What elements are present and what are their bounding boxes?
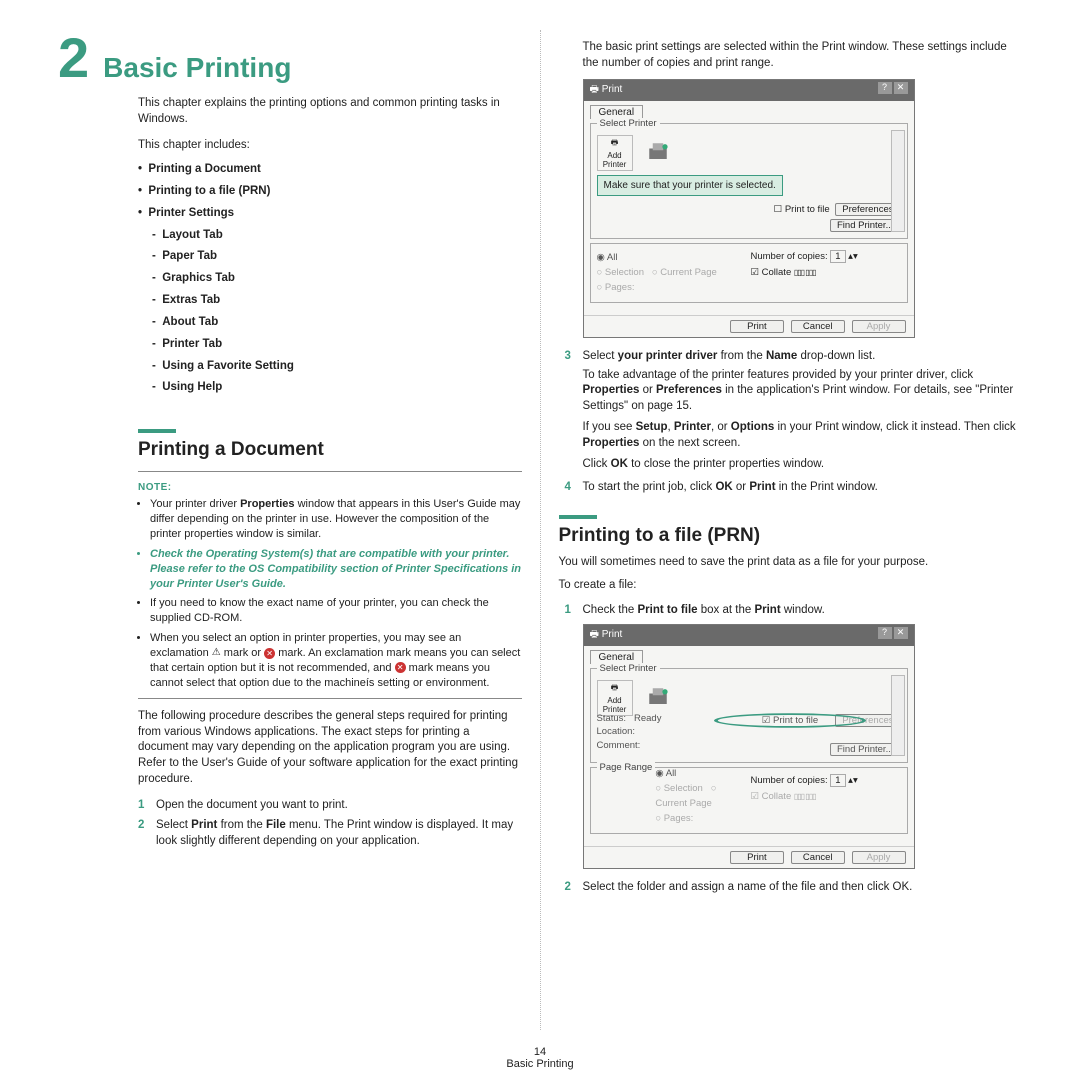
copies-area: Number of copies: 1 ▴▾ ☑ Collate ▯▯▯ ▯▯▯ <box>751 774 901 827</box>
note-item: Your printer driver Properties window th… <box>150 497 522 542</box>
toc-item: • Printer Settings <box>138 203 522 225</box>
page: 2 Basic Printing This chapter explains t… <box>0 0 1080 1040</box>
toc-subitem: - Using a Favorite Setting <box>152 356 522 378</box>
apply-button: Apply <box>852 851 906 864</box>
includes-label: This chapter includes: <box>138 139 522 151</box>
error-circle-icon: ✕ <box>264 648 275 659</box>
prn-create-label: To create a file: <box>559 578 1023 594</box>
page-number: 14 <box>0 1046 1080 1058</box>
page-footer: 14 Basic Printing <box>0 1046 1080 1070</box>
toc-list: • Printing a Document • Printing to a fi… <box>138 159 522 399</box>
page-range-fieldset: ◉ All ○ Selection ○ Current Page ○ Pages… <box>590 243 908 303</box>
copies-spinner: 1 <box>830 774 845 787</box>
right-intro: The basic print settings are selected wi… <box>583 40 1023 71</box>
general-tab: General <box>590 650 644 664</box>
scrollbar <box>891 130 905 232</box>
toc-subitem: - Using Help <box>152 377 522 399</box>
chapter-number: 2 <box>58 30 89 86</box>
page-range-options: ◉ All ○ Selection ○ Current Page ○ Pages… <box>597 250 751 296</box>
dialog-titlebar: 🖶 Print ?✕ <box>584 625 914 646</box>
dialog-buttons: Print Cancel Apply <box>584 846 914 868</box>
step: 1Open the document you want to print. <box>138 797 522 813</box>
note-item: If you need to know the exact name of yo… <box>150 596 522 626</box>
section-heading-printing-document: Printing a Document <box>138 439 522 461</box>
error-circle-icon: ✕ <box>395 662 406 673</box>
selected-printer-icon <box>641 680 675 714</box>
procedure-intro: The following procedure describes the ge… <box>138 709 522 787</box>
fieldset-label: Select Printer <box>597 118 660 129</box>
step-detail: Click OK to close the printer properties… <box>583 457 1023 473</box>
toc-subitem: - Layout Tab <box>152 225 522 247</box>
divider <box>138 471 522 472</box>
help-icon: ? <box>878 627 892 639</box>
help-icon: ? <box>878 82 892 94</box>
toc-item: • Printing a Document <box>138 159 522 181</box>
dialog-body: General Select Printer 🖶Add Printer Make… <box>584 101 914 315</box>
titlebar-icons: ?✕ <box>876 82 908 99</box>
section-rule <box>559 515 597 519</box>
toc-item: • Printing to a file (PRN) <box>138 181 522 203</box>
divider <box>138 698 522 699</box>
toc-subitem: - Paper Tab <box>152 246 522 268</box>
cancel-button: Cancel <box>791 320 845 333</box>
toc-subitem: - Extras Tab <box>152 290 522 312</box>
print-to-file-checkbox: ☐ Print to file <box>774 204 830 215</box>
dialog-title: Print <box>602 84 623 95</box>
collate-icon: ▯▯▯ ▯▯▯ <box>794 268 816 277</box>
dialog-titlebar: 🖶 Print ?✕ <box>584 80 914 101</box>
step: 1Check the Print to file box at the Prin… <box>565 602 1023 618</box>
note-item: When you select an option in printer pro… <box>150 631 522 690</box>
step-detail: If you see Setup, Printer, or Options in… <box>583 420 1023 451</box>
page-range-options: ◉ All ○ Selection ○ Current Page ○ Pages… <box>655 766 750 827</box>
page-range-fieldset: Page Range ◉ All ○ Selection ○ Current P… <box>590 767 908 834</box>
collate-icon: ▯▯▯ ▯▯▯ <box>794 792 816 801</box>
print-dialog-screenshot: 🖶 Print ?✕ General Select Printer 🖶Add P… <box>583 79 915 338</box>
footer-label: Basic Printing <box>0 1058 1080 1070</box>
right-column: The basic print settings are selected wi… <box>541 30 1041 1030</box>
selected-printer-icon <box>641 135 675 169</box>
copies-spinner: 1 <box>830 250 845 263</box>
callout-printer-selected: Make sure that your printer is selected. <box>597 175 783 196</box>
add-printer-icon: 🖶Add Printer <box>597 680 633 716</box>
fieldset-label: Page Range <box>597 762 656 815</box>
scrollbar <box>891 675 905 756</box>
status-row: Status: Ready Location: Comment: ☑ Print… <box>597 712 901 756</box>
print-button: Print <box>730 851 784 864</box>
titlebar-icons: ?✕ <box>876 627 908 644</box>
step: 2Select the folder and assign a name of … <box>565 879 1023 895</box>
note-list: Your printer driver Properties window th… <box>138 497 522 690</box>
toc-subitem: - Graphics Tab <box>152 268 522 290</box>
left-column: 2 Basic Printing This chapter explains t… <box>40 30 541 1030</box>
fieldset-label: Select Printer <box>597 663 660 674</box>
select-printer-fieldset: Select Printer 🖶Add Printer Make sure th… <box>590 123 908 239</box>
step: 2Select Print from the File menu. The Pr… <box>138 817 522 849</box>
select-printer-fieldset: Select Printer 🖶Add Printer Status: Read… <box>590 668 908 763</box>
close-icon: ✕ <box>894 82 908 94</box>
step: 4To start the print job, click OK or Pri… <box>565 479 1023 495</box>
step: 3Select your printer driver from the Nam… <box>565 348 1023 364</box>
chapter-intro: This chapter explains the printing optio… <box>138 96 522 127</box>
chapter-title: Basic Printing <box>103 54 291 82</box>
add-printer-icon: 🖶Add Printer <box>597 135 633 171</box>
toc-subitem: - Printer Tab <box>152 334 522 356</box>
print-button: Print <box>730 320 784 333</box>
apply-button: Apply <box>852 320 906 333</box>
section-heading-print-to-file: Printing to a file (PRN) <box>559 525 1023 547</box>
close-icon: ✕ <box>894 627 908 639</box>
toc-subitem: - About Tab <box>152 312 522 334</box>
dialog-body: General Select Printer 🖶Add Printer Stat… <box>584 646 914 846</box>
print-dialog-screenshot-2: 🖶 Print ?✕ General Select Printer 🖶Add P… <box>583 624 915 869</box>
dialog-title: Print <box>602 629 623 640</box>
chapter-header: 2 Basic Printing <box>58 30 522 86</box>
section-rule <box>138 429 176 433</box>
dialog-buttons: Print Cancel Apply <box>584 315 914 337</box>
note-label: NOTE: <box>138 482 522 493</box>
prn-intro: You will sometimes need to save the prin… <box>559 555 1023 571</box>
warning-triangle-icon: ⚠ <box>212 646 221 660</box>
step-detail: To take advantage of the printer feature… <box>583 368 1023 415</box>
copies-area: Number of copies: 1 ▴▾ ☑ Collate ▯▯▯ ▯▯▯ <box>751 250 901 296</box>
cancel-button: Cancel <box>791 851 845 864</box>
note-item-italic: Check the Operating System(s) that are c… <box>150 547 522 592</box>
general-tab: General <box>590 105 644 119</box>
